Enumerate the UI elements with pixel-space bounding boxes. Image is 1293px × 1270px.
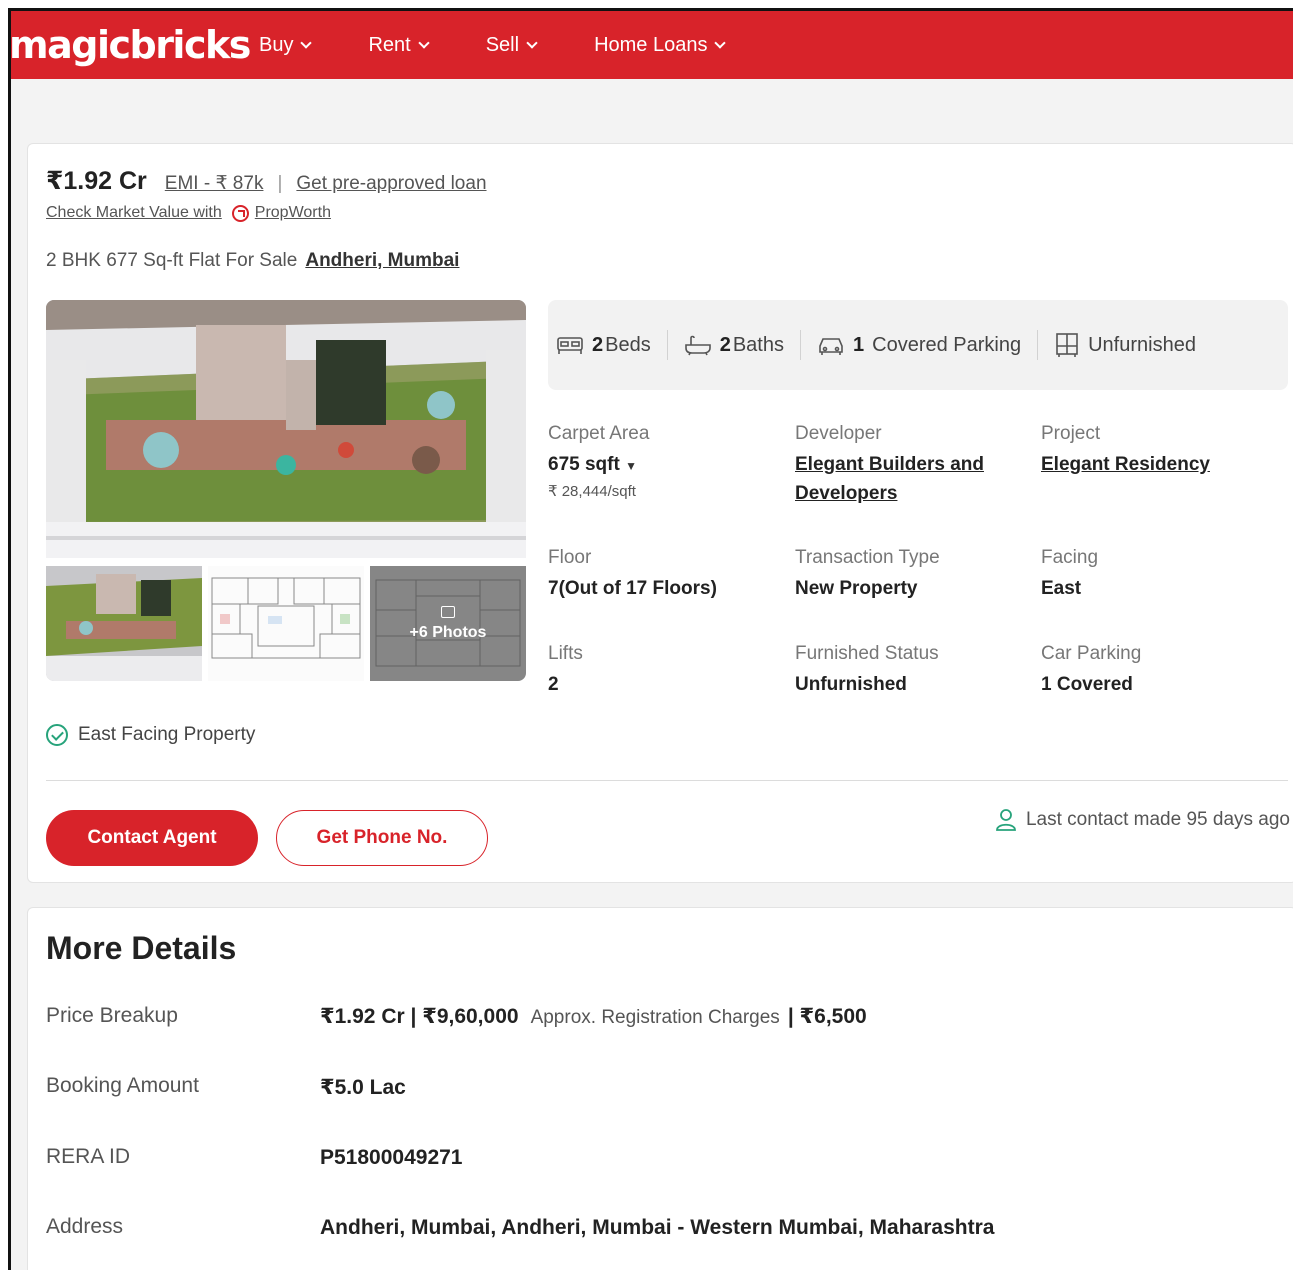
more-details-card: More Details Price Breakup ₹1.92 Cr | ₹9…	[27, 907, 1293, 1270]
more-photos-label: +6 Photos	[409, 623, 487, 641]
baths-label: Baths	[732, 333, 784, 356]
chevron-down-icon	[300, 36, 313, 49]
facing-label: Facing	[1041, 547, 1099, 568]
location-link[interactable]: Andheri, Mumbai	[305, 250, 459, 271]
contact-agent-button[interactable]: Contact Agent	[46, 810, 258, 866]
nav-rent[interactable]: Rent	[368, 33, 430, 57]
floor-value: 7(Out of 17 Floors)	[548, 578, 717, 599]
last-contact-text: Last contact made 95 days ago	[1025, 809, 1290, 830]
rera-id-label: RERA ID	[46, 1145, 131, 1168]
furnished-status-label: Furnished Status	[795, 643, 939, 664]
price-breakup-extra: | ₹6,500	[787, 1005, 867, 1028]
listing-price: ₹1.92 Cr	[46, 167, 147, 195]
get-phone-button[interactable]: Get Phone No.	[276, 810, 488, 866]
carpet-area-value[interactable]: 675 sqft ▼	[548, 450, 637, 481]
car-parking-label: Car Parking	[1041, 643, 1142, 664]
rera-id-value: P51800049271	[320, 1146, 463, 1169]
east-facing-highlight: East Facing Property	[46, 724, 255, 746]
transaction-type-label: Transaction Type	[795, 547, 940, 568]
rooftop-thumbnail-image	[46, 566, 202, 681]
baths-summary: 2 Baths	[684, 330, 801, 360]
carpet-area-text: 675 sqft	[548, 454, 620, 475]
image-icon	[441, 605, 455, 618]
nav-sell[interactable]: Sell	[485, 33, 538, 57]
nav-sell-label: Sell	[485, 33, 520, 56]
separator: |	[277, 173, 283, 194]
nav-rent-label: Rent	[368, 33, 411, 56]
baths-count: 2	[719, 333, 731, 356]
beds-count: 2	[592, 333, 604, 356]
floor-label: Floor	[548, 547, 592, 568]
listing-title-text: 2 BHK 677 Sq-ft Flat For Sale	[46, 250, 298, 271]
check-circle-icon	[46, 724, 68, 746]
more-details-title: More Details	[46, 930, 237, 966]
nav-buy[interactable]: Buy	[259, 33, 313, 57]
car-icon	[819, 338, 843, 355]
site-logo[interactable]: magicbricks	[11, 23, 259, 67]
project-label: Project	[1041, 423, 1101, 444]
photo-thumbnail[interactable]	[46, 566, 202, 681]
divider	[46, 780, 1288, 781]
nav-home-loans[interactable]: Home Loans	[594, 33, 727, 57]
chevron-down-icon	[714, 36, 727, 49]
parking-count: 1	[853, 333, 865, 356]
propworth-icon	[231, 204, 249, 222]
chevron-down-icon	[418, 36, 430, 49]
last-contact-info: Last contact made 95 days ago	[995, 808, 1290, 832]
main-photo[interactable]	[46, 300, 526, 558]
east-facing-text: East Facing Property	[78, 724, 256, 745]
furnished-status-value: Unfurnished	[795, 674, 907, 695]
lifts-value: 2	[548, 674, 559, 695]
more-photos-overlay[interactable]: +6 Photos	[370, 566, 526, 681]
rooftop-render-image	[46, 300, 526, 558]
booking-amount-label: Booking Amount	[46, 1074, 199, 1097]
lifts-label: Lifts	[548, 643, 583, 664]
parking-label: Covered Parking	[872, 333, 1022, 356]
emi-link[interactable]: EMI - ₹ 87k	[165, 172, 264, 195]
carpet-area-label: Carpet Area	[548, 423, 650, 444]
floorplan-thumbnail[interactable]	[208, 566, 364, 681]
booking-amount-value: ₹5.0 Lac	[320, 1076, 406, 1099]
listing-title: 2 BHK 677 Sq-ft Flat For Sale Andheri, Mu…	[46, 250, 459, 272]
transaction-type-value: New Property	[795, 578, 918, 599]
pre-approved-loan-link[interactable]: Get pre-approved loan	[296, 173, 486, 195]
registration-charges-note: Approx. Registration Charges	[530, 1007, 780, 1028]
parking-summary: 1 Covered Parking	[817, 330, 1039, 360]
listing-card: ₹1.92 Cr EMI - ₹ 87k | Get pre-approved …	[27, 143, 1293, 883]
beds-summary: 2 Beds	[556, 330, 668, 360]
wardrobe-icon	[1056, 333, 1078, 357]
price-breakup-value: ₹1.92 Cr | ₹9,60,000 Approx. Registratio…	[320, 1004, 867, 1029]
developer-link[interactable]: Elegant Builders and Developers	[795, 450, 1025, 508]
furnishing-label: Unfurnished	[1088, 333, 1196, 356]
project-link[interactable]: Elegant Residency	[1041, 450, 1210, 479]
chevron-down-icon	[526, 36, 538, 49]
developer-label: Developer	[795, 423, 882, 444]
nav-home-loans-label: Home Loans	[594, 33, 708, 56]
address-value: Andheri, Mumbai, Andheri, Mumbai - Weste…	[320, 1216, 995, 1239]
top-header: magicbricks Buy Rent Sell Home Loans	[11, 11, 1293, 79]
market-value-text: Check Market Value with	[46, 204, 222, 221]
page-frame: magicbricks Buy Rent Sell Home Loans ₹1.…	[8, 8, 1293, 1270]
price-breakup-price: ₹1.92 Cr | ₹9,60,000	[320, 1005, 519, 1028]
address-label: Address	[46, 1215, 124, 1238]
furnishing-summary: Unfurnished	[1054, 330, 1212, 360]
propworth-label: PropWorth	[254, 204, 331, 221]
bathtub-icon	[684, 335, 711, 356]
nav-buy-label: Buy	[259, 33, 294, 56]
bed-icon	[557, 337, 583, 354]
price-row: ₹1.92 Cr EMI - ₹ 87k | Get pre-approved …	[46, 166, 487, 196]
car-parking-value: 1 Covered	[1041, 674, 1133, 695]
market-value-link[interactable]: Check Market Value with PropWorth	[46, 204, 331, 222]
property-summary: 2 Beds 2 Baths 1 Covered Parking Unfurnishe…	[548, 300, 1288, 390]
floorplan-image	[208, 566, 364, 681]
caret-down-icon: ▼	[625, 459, 637, 473]
user-icon	[996, 809, 1016, 831]
price-breakup-label: Price Breakup	[46, 1004, 178, 1027]
price-per-sqft: ₹ 28,444/sqft	[548, 483, 636, 500]
more-options-icon[interactable]: ⋮	[1284, 159, 1293, 185]
facing-value: East	[1041, 578, 1082, 599]
beds-label: Beds	[605, 333, 651, 356]
